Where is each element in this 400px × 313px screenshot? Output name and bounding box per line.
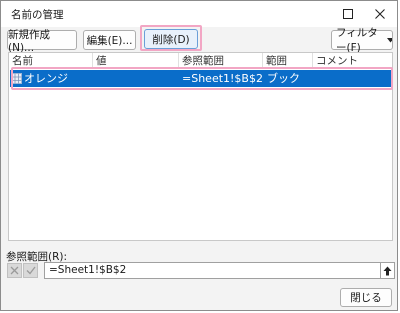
confirm-icon-button[interactable] bbox=[23, 263, 38, 278]
close-window-button[interactable] bbox=[363, 1, 397, 27]
close-button[interactable]: 閉じる bbox=[340, 288, 392, 307]
up-arrow-icon bbox=[383, 266, 392, 275]
cancel-x-icon bbox=[10, 266, 19, 275]
edit-button[interactable]: 編集(E)... bbox=[83, 30, 136, 50]
collapse-button[interactable] bbox=[381, 262, 395, 279]
row-highlight bbox=[11, 67, 393, 90]
names-list[interactable]: 名前 値 参照範囲 範囲 コメント オレンジ =Sheet1!$B$2 ブック bbox=[8, 52, 393, 241]
name-manager-dialog: 名前の管理 新規作成(N)... 編集(E)... 削除(D) フィルター(F)… bbox=[0, 0, 398, 311]
maximize-icon bbox=[343, 9, 353, 19]
cancel-icon-button[interactable] bbox=[7, 263, 22, 278]
dialog-title: 名前の管理 bbox=[11, 9, 64, 21]
close-icon bbox=[375, 9, 385, 19]
title-bar: 名前の管理 bbox=[1, 1, 397, 27]
chevron-down-icon bbox=[386, 37, 392, 42]
filter-button[interactable]: フィルター(F) bbox=[331, 27, 393, 54]
ref-input[interactable]: =Sheet1!$B$2 bbox=[44, 262, 381, 279]
checkmark-icon bbox=[26, 266, 36, 275]
maximize-button[interactable] bbox=[331, 1, 365, 27]
new-button[interactable]: 新規作成(N)... bbox=[7, 29, 77, 54]
filter-label: フィルター(F) bbox=[336, 27, 378, 54]
ref-bar: =Sheet1!$B$2 bbox=[7, 262, 395, 279]
delete-button[interactable]: 削除(D) bbox=[144, 29, 198, 49]
